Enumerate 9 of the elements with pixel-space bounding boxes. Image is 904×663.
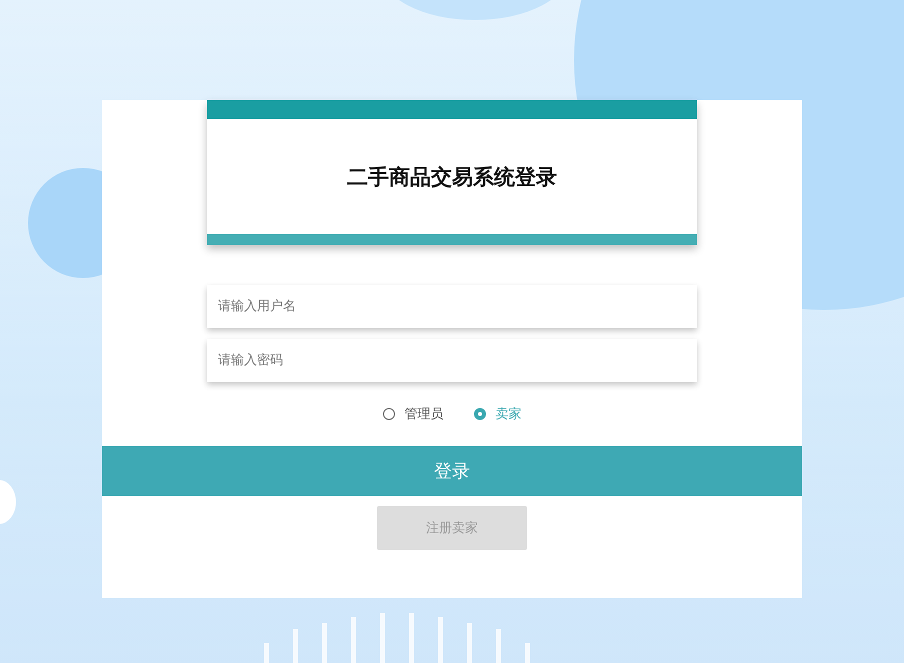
role-label: 卖家 <box>496 406 522 423</box>
radio-button[interactable] <box>382 408 394 420</box>
input-field[interactable]: 请输入用户名 <box>207 285 697 328</box>
radio-button[interactable] <box>474 408 486 420</box>
input-field[interactable]: 请输入密码 <box>207 339 697 382</box>
role-label: 管理员 <box>404 406 444 423</box>
login-title: 二手商品交易系统登录 <box>347 164 557 190</box>
register-button[interactable]: 注册卖家 <box>377 506 527 550</box>
login-button[interactable]: 登录 <box>102 446 802 496</box>
